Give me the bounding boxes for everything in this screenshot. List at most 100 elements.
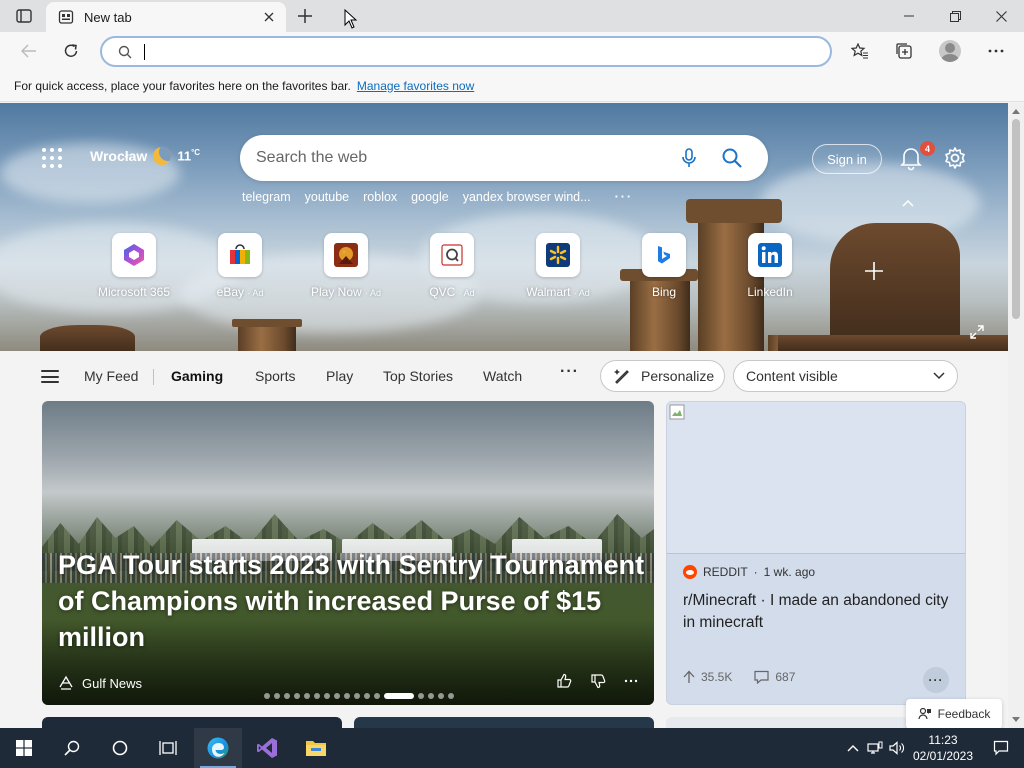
web-search-input[interactable] [256,149,682,167]
quick-link-ebay[interactable]: eBay · Ad [198,233,282,299]
carousel-dot[interactable] [304,693,310,699]
carousel-dot[interactable] [314,693,320,699]
quick-link-qvc[interactable]: QVC · Ad [410,233,494,299]
chevron-up-icon[interactable] [902,199,914,207]
carousel-dot[interactable] [264,693,270,699]
trending-item[interactable]: yandex browser wind... [463,190,591,204]
thumbs-down-icon[interactable] [590,673,606,689]
cortana-button[interactable] [96,728,144,768]
start-button[interactable] [0,728,48,768]
quick-link-bing[interactable]: Bing [622,233,706,299]
more-feed-tabs-button[interactable]: ··· [560,363,579,381]
quick-link-microsoft-365[interactable]: Microsoft 365 [92,233,176,299]
next-card-preview[interactable] [354,717,654,728]
scroll-down-arrow-icon[interactable] [1012,717,1020,722]
carousel-indicator[interactable] [264,693,454,699]
carousel-dot[interactable] [364,693,370,699]
carousel-dot[interactable] [284,693,290,699]
manage-favorites-link[interactable]: Manage favorites now [357,79,474,93]
card-source[interactable]: REDDIT [703,565,748,579]
feed-tab-my-feed[interactable]: My Feed [84,368,138,384]
carousel-dot[interactable] [294,693,300,699]
expand-background-icon[interactable] [970,325,984,339]
weather-widget[interactable]: Wrocław 11°C [90,147,200,165]
search-icon[interactable] [722,148,742,168]
tab-new-tab[interactable]: New tab [46,2,286,32]
add-quick-link-plus-icon[interactable] [863,260,885,282]
web-search-box[interactable] [240,135,768,181]
card-more-options-button[interactable]: ··· [923,667,949,693]
card-title[interactable]: r/Minecraft · I made an abandoned city i… [683,590,953,634]
network-status-button[interactable] [864,728,886,768]
page-scrollbar[interactable] [1008,103,1024,728]
new-tab-button[interactable] [294,5,316,27]
address-input[interactable] [157,39,830,64]
volume-button[interactable] [886,728,908,768]
featured-news-card[interactable]: PGA Tour starts 2023 with Sentry Tournam… [42,401,654,705]
taskbar-search-button[interactable] [48,728,96,768]
next-card-preview[interactable] [42,717,342,728]
carousel-dot[interactable] [438,693,444,699]
carousel-dot[interactable] [324,693,330,699]
scroll-up-arrow-icon[interactable] [1012,109,1020,114]
taskbar-clock[interactable]: 11:23 02/01/2023 [908,732,978,764]
action-center-button[interactable] [978,728,1024,768]
feed-tab-sports[interactable]: Sports [255,368,295,384]
settings-and-more-button[interactable] [981,36,1011,66]
scrollbar-thumb[interactable] [1012,119,1020,319]
quick-link-play-now[interactable]: Play Now · Ad [304,233,388,299]
feed-tab-gaming[interactable]: Gaming [171,368,223,384]
featured-source[interactable]: Gulf News [82,676,142,691]
close-icon [995,10,1007,22]
upvote-stat[interactable]: 35.5K [683,670,732,684]
taskbar-file-explorer-app[interactable] [292,728,340,768]
carousel-dot[interactable] [274,693,280,699]
close-window-button[interactable] [978,0,1024,32]
favorites-button[interactable] [845,36,875,66]
trending-item[interactable]: youtube [305,190,349,204]
collections-button[interactable] [889,36,919,66]
close-tab-icon[interactable] [260,8,278,26]
quick-link-walmart[interactable]: Walmart · Ad [516,233,600,299]
back-button[interactable] [14,36,44,66]
taskbar-visual-studio-app[interactable] [243,728,291,768]
more-options-icon[interactable] [624,679,638,683]
feed-tab-watch[interactable]: Watch [483,368,522,384]
trending-item[interactable]: google [411,190,449,204]
trending-item[interactable]: roblox [363,190,397,204]
content-visibility-select[interactable]: Content visible [733,360,958,392]
task-view-button[interactable] [144,728,192,768]
minimize-button[interactable] [886,0,932,32]
thumbs-up-icon[interactable] [556,673,572,689]
reddit-news-card[interactable]: REDDIT · 1 wk. ago r/Minecraft · I made … [666,401,966,705]
trending-item[interactable]: telegram [242,190,291,204]
refresh-button[interactable] [56,36,86,66]
feedback-button[interactable]: Feedback [906,699,1002,728]
quick-link-linkedin[interactable]: LinkedIn [728,233,812,299]
profile-button[interactable] [935,36,965,66]
comments-stat[interactable]: 687 [754,670,795,684]
sign-in-button[interactable]: Sign in [812,144,882,174]
show-hidden-icons-button[interactable] [842,728,864,768]
carousel-dot[interactable] [374,693,380,699]
address-bar[interactable] [100,36,832,67]
microphone-icon[interactable] [682,148,696,168]
tab-actions-button[interactable] [6,4,42,28]
carousel-dot[interactable] [334,693,340,699]
feed-tab-play[interactable]: Play [326,368,353,384]
carousel-dot[interactable] [418,693,424,699]
featured-headline[interactable]: PGA Tour starts 2023 with Sentry Tournam… [58,547,648,655]
carousel-dot[interactable] [428,693,434,699]
apps-launcher-button[interactable] [42,148,62,168]
restore-button[interactable] [932,0,978,32]
carousel-dot[interactable] [448,693,454,699]
carousel-dot[interactable] [384,693,414,699]
carousel-dot[interactable] [344,693,350,699]
carousel-dot[interactable] [354,693,360,699]
personalize-button[interactable]: Personalize [600,360,725,392]
page-settings-gear-icon[interactable] [943,146,967,170]
feed-tab-top-stories[interactable]: Top Stories [383,368,453,384]
hamburger-menu-icon[interactable] [41,370,59,383]
trending-more-button[interactable]: ··· [615,190,634,204]
taskbar-edge-app[interactable] [194,728,242,768]
